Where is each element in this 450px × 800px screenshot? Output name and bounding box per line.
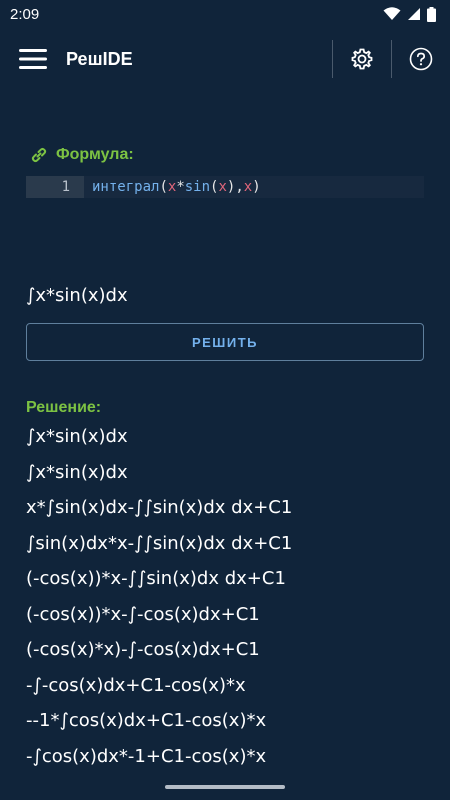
menu-button[interactable] [0, 28, 66, 90]
code-token-function: интеграл [92, 179, 160, 195]
battery-icon [427, 6, 436, 22]
solution-label: Решение: [26, 399, 102, 416]
solution-step: (-cos(x))*x-∫∫sin(x)dx dx+C1 [26, 568, 286, 589]
app-bar: РешIDE [0, 28, 450, 90]
code-token-operator: * [176, 179, 185, 195]
line-number: 1 [26, 176, 84, 198]
code-token-function: sin [184, 179, 211, 195]
solution-step: (-cos(x))*x-∫-cos(x)dx+C1 [26, 603, 260, 625]
solution-steps: ∫x*sin(x)dx ∫x*sin(x)dx x*∫sin(x)dx-∫∫si… [26, 422, 436, 777]
solution-step: -∫-cos(x)dx+C1-cos(x)*x [26, 674, 246, 696]
help-icon [409, 47, 433, 71]
formula-label-text: Формула: [56, 146, 134, 163]
hamburger-menu-icon [19, 49, 47, 69]
app-screen: 2:09 РешIDE Формула: 1 интеграл(x*sin(x)… [0, 0, 450, 800]
status-bar: 2:09 [0, 0, 450, 28]
formula-preview: ∫x*sin(x)dx [26, 285, 128, 306]
solve-button[interactable]: РЕШИТЬ [26, 323, 424, 361]
status-icons [383, 6, 436, 22]
solution-step: --1*∫cos(x)dx+C1-cos(x)*x [26, 710, 267, 731]
status-time: 2:09 [10, 5, 40, 23]
code-token-paren: ) [252, 179, 261, 195]
gear-icon [351, 48, 373, 70]
solution-step: ∫sin(x)dx*x-∫∫sin(x)dx dx+C1 [26, 532, 293, 554]
settings-button[interactable] [333, 28, 391, 90]
code-token-variable: x [243, 179, 253, 195]
formula-editor[interactable]: 1 интеграл(x*sin(x),x) [26, 176, 424, 198]
link-icon [31, 147, 47, 163]
code-token-paren: ( [159, 179, 168, 195]
wifi-icon [383, 7, 401, 20]
solution-step: (-cos(x)*x)-∫-cos(x)dx+C1 [26, 639, 260, 660]
code-token-variable: x [218, 179, 227, 195]
solution-step: -∫cos(x)dx*-1+C1-cos(x)*x [26, 745, 267, 767]
signal-icon [408, 8, 420, 20]
formula-code[interactable]: интеграл(x*sin(x),x) [84, 176, 261, 198]
solution-step: ∫x*sin(x)dx [26, 426, 128, 447]
solution-step: ∫x*sin(x)dx [26, 461, 128, 483]
help-button[interactable] [392, 28, 450, 90]
formula-label: Формула: [30, 146, 134, 164]
solution-step: x*∫sin(x)dx-∫∫sin(x)dx dx+C1 [26, 497, 293, 518]
app-title: РешIDE [66, 48, 133, 69]
code-token-comma: , [235, 179, 244, 195]
home-indicator[interactable] [165, 785, 285, 789]
